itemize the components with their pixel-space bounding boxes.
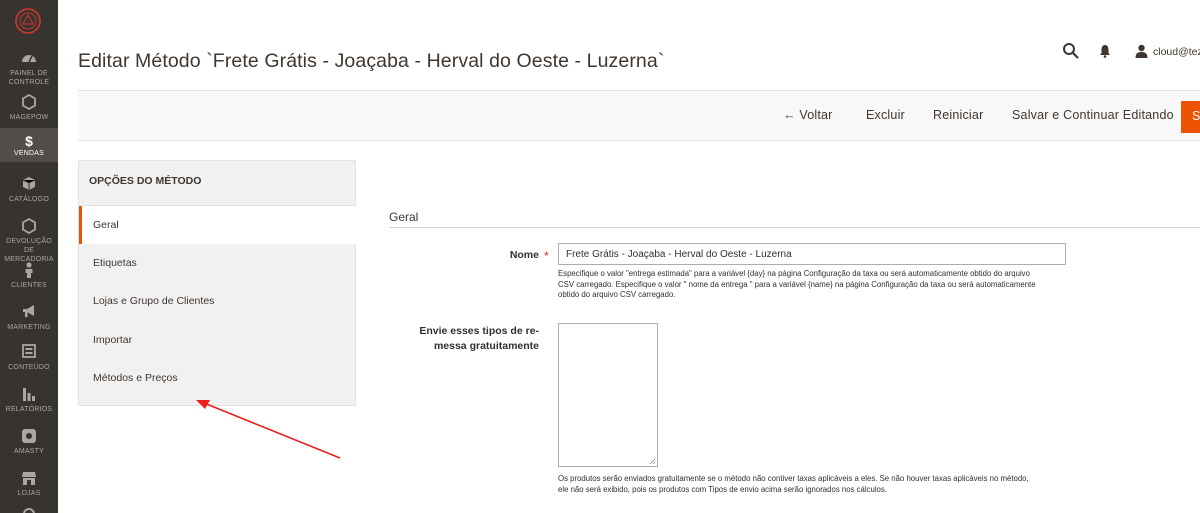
tab-importar[interactable]: Importar <box>79 321 356 359</box>
nav-devolucao[interactable]: DEVOLUÇÃO DE MERCADORIA <box>0 217 58 264</box>
tab-geral[interactable]: Geral <box>79 206 356 244</box>
nav-vendas-label: VENDAS <box>14 150 44 157</box>
content-icon <box>0 344 58 362</box>
bell-icon[interactable] <box>1099 44 1111 63</box>
free-shipping-types-multiselect[interactable] <box>558 323 658 467</box>
nav-magepow-label: MAGEPOW <box>9 114 49 121</box>
nav-marketing-label: MARKETING <box>7 324 51 331</box>
dollar-icon: $ <box>25 133 33 149</box>
magento-logo[interactable] <box>11 4 45 38</box>
bar-chart-icon <box>0 386 58 404</box>
nav-relatorios[interactable]: RELATÓRIOS <box>0 386 58 414</box>
nav-lojas-label: LOJAS <box>17 490 41 497</box>
save-button[interactable]: S <box>1181 101 1200 133</box>
tabs-title: OPÇÕES DO MÉTODO <box>89 175 202 187</box>
free-types-note: Os produtos serão enviados gratuitamente… <box>558 474 1029 495</box>
tab-metodos-precos[interactable]: Métodos e Preços <box>79 359 356 397</box>
admin-sidebar: PAINEL DE CONTROLE MAGEPOW $ VENDAS CATÁ… <box>0 0 58 513</box>
delete-button[interactable]: Excluir <box>866 108 905 122</box>
page-actions-bar: ← Voltar Excluir Reiniciar Salvar e Cont… <box>78 90 1200 141</box>
box-icon <box>0 176 58 194</box>
nav-marketing[interactable]: MARKETING <box>0 304 58 332</box>
nav-magepow[interactable]: MAGEPOW <box>0 93 58 122</box>
name-note-line-1: Especifique o valor "entrega estimada" p… <box>558 269 1030 278</box>
nav-catalogo-label: CATÁLOGO <box>9 196 49 203</box>
nav-catalogo[interactable]: CATÁLOGO <box>0 176 58 204</box>
free-types-note-line-2: ele não será exibido, pois os produtos c… <box>558 484 887 494</box>
amasty-icon <box>0 428 58 446</box>
tab-lojas-grupo-clientes[interactable]: Lojas e Grupo de Clientes <box>79 282 356 320</box>
back-button[interactable]: ← Voltar <box>783 108 833 122</box>
dashboard-icon <box>0 50 58 68</box>
search-icon[interactable] <box>1062 42 1080 65</box>
nav-relatorios-label: RELATÓRIOS <box>5 406 53 413</box>
free-types-note-line-1: Os produtos serão enviados gratuitamente… <box>558 474 1029 483</box>
name-note-line-3: obtido do arquivo CSV carregado. <box>558 290 676 299</box>
nav-devolucao-label: DEVOLUÇÃO DE MERCADORIA <box>4 238 54 263</box>
megaphone-icon <box>0 304 58 322</box>
nav-lojas[interactable]: LOJAS <box>0 470 58 498</box>
save-continue-button[interactable]: Salvar e Continuar Editando <box>1012 108 1174 122</box>
nav-amasty[interactable]: AMASTY <box>0 428 58 456</box>
name-note-line-2: CSV carregado. Especifique o valor " nom… <box>558 279 1036 289</box>
annotation-arrow <box>196 400 341 459</box>
free-types-label-line-1: Envie esses tipos de re- <box>419 325 539 337</box>
free-types-label: Envie esses tipos de re- messa gratuitam… <box>400 324 539 354</box>
nav-more[interactable] <box>0 507 58 513</box>
section-title: Geral <box>389 210 419 224</box>
nav-dashboard-label: PAINEL DE CONTROLE <box>8 70 50 86</box>
gear-icon <box>0 507 58 513</box>
user-icon[interactable] <box>1135 44 1148 63</box>
name-input[interactable] <box>558 243 1066 265</box>
name-note: Especifique o valor "entrega estimada" p… <box>558 269 1036 301</box>
nav-dashboard[interactable]: PAINEL DE CONTROLE <box>0 50 58 87</box>
section-divider <box>389 227 1200 228</box>
method-options-tabs: OPÇÕES DO MÉTODO Geral Etiquetas Lojas e… <box>78 160 356 406</box>
page-title: Editar Método `Frete Grátis - Joaçaba - … <box>78 50 665 72</box>
nav-vendas[interactable]: $ VENDAS <box>0 128 58 162</box>
free-types-label-line-2: messa gratuitamente <box>433 340 539 352</box>
required-marker: * <box>544 249 549 263</box>
user-name[interactable]: cloud@tezu <box>1153 46 1200 58</box>
hexagon-icon <box>0 93 58 112</box>
person-icon <box>0 262 58 280</box>
resize-handle-icon[interactable] <box>649 458 656 465</box>
store-icon <box>0 470 58 488</box>
hexagon-icon <box>0 217 58 236</box>
nav-conteudo-label: CONTEÚDO <box>8 364 50 371</box>
nav-clientes-label: CLIENTES <box>11 282 47 289</box>
name-label: Nome <box>509 249 539 261</box>
tab-etiquetas[interactable]: Etiquetas <box>79 244 356 282</box>
nav-amasty-label: AMASTY <box>14 448 44 455</box>
nav-clientes[interactable]: CLIENTES <box>0 262 58 290</box>
nav-conteudo[interactable]: CONTEÚDO <box>0 344 58 372</box>
reset-button[interactable]: Reiniciar <box>933 108 983 122</box>
